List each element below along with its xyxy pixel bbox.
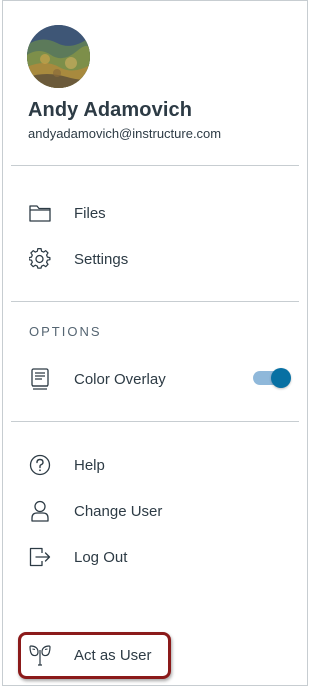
menu-item-change-user[interactable]: Change User (11, 491, 299, 531)
menu-item-files[interactable]: Files (11, 193, 299, 233)
divider (11, 301, 299, 302)
highlight-callout-box (18, 632, 171, 679)
book-icon (28, 367, 52, 391)
user-name: Andy Adamovich (28, 99, 193, 121)
user-avatar[interactable] (27, 25, 90, 88)
help-icon (28, 453, 52, 477)
menu-item-log-out[interactable]: Log Out (11, 537, 299, 577)
toggle-knob (271, 368, 291, 388)
menu-item-label: Color Overlay (74, 370, 166, 388)
color-overlay-toggle[interactable] (253, 367, 291, 389)
user-email: andyadamovich@instructure.com (28, 126, 222, 141)
divider (11, 165, 299, 166)
menu-item-label: Log Out (74, 548, 128, 566)
menu-item-label: Files (74, 204, 106, 222)
menu-item-label: Help (74, 456, 105, 474)
logout-icon (28, 545, 52, 569)
profile-menu-panel: Andy Adamovich andyadamovich@instructure… (2, 0, 308, 686)
menu-item-settings[interactable]: Settings (11, 239, 299, 279)
divider (11, 421, 299, 422)
folder-icon (28, 201, 52, 225)
gear-icon (28, 247, 52, 271)
menu-item-label: Settings (74, 250, 129, 268)
menu-item-label: Change User (74, 502, 163, 520)
user-icon (28, 499, 52, 523)
menu-item-help[interactable]: Help (11, 445, 299, 485)
section-title-options: OPTIONS (29, 324, 102, 339)
menu-item-color-overlay[interactable]: Color Overlay (11, 359, 299, 399)
